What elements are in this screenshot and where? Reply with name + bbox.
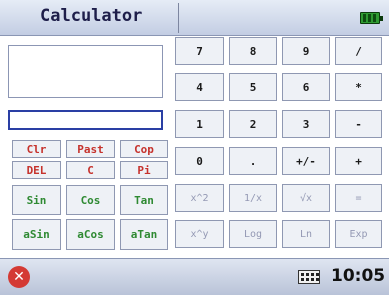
0-button[interactable]: 0 — [175, 147, 224, 175]
decimal-button[interactable]: . — [229, 147, 277, 175]
pi-button[interactable]: Pi — [120, 161, 168, 179]
sqrt-button[interactable]: √x — [282, 184, 330, 212]
clock-time: 10:05 — [331, 266, 386, 286]
clr-button[interactable]: Clr — [12, 140, 61, 158]
reciprocal-button[interactable]: 1/x — [229, 184, 277, 212]
keyboard-icon[interactable] — [298, 270, 320, 284]
exp-button[interactable]: Exp — [335, 220, 382, 248]
square-button[interactable]: x^2 — [175, 184, 224, 212]
asin-button[interactable]: aSin — [12, 219, 61, 250]
cos-button[interactable]: Cos — [66, 185, 115, 215]
taskbar: ✕ 10:05 — [0, 258, 389, 295]
calculator-body: Clr Past Cop DEL C Pi Sin Cos Tan aSin aCos aTan 78… — [0, 36, 389, 258]
equals-button[interactable]: = — [335, 184, 382, 212]
atan-button[interactable]: aTan — [120, 219, 168, 250]
cop-button[interactable]: Cop — [120, 140, 168, 158]
title-separator — [178, 3, 179, 33]
power-button[interactable]: x^y — [175, 220, 224, 248]
ln-button[interactable]: Ln — [282, 220, 330, 248]
title-bar: Calculator — [0, 0, 389, 36]
1-button[interactable]: 1 — [175, 110, 224, 138]
result-display — [8, 45, 163, 98]
del-button[interactable]: DEL — [12, 161, 61, 179]
3-button[interactable]: 3 — [282, 110, 330, 138]
7-button[interactable]: 7 — [175, 37, 224, 65]
close-icon[interactable]: ✕ — [8, 266, 30, 288]
5-button[interactable]: 5 — [229, 73, 277, 101]
plus-button[interactable]: + — [335, 147, 382, 175]
app-title: Calculator — [40, 6, 143, 26]
expression-input[interactable] — [8, 110, 163, 130]
divide-button[interactable]: / — [335, 37, 382, 65]
9-button[interactable]: 9 — [282, 37, 330, 65]
log-button[interactable]: Log — [229, 220, 277, 248]
negate-button[interactable]: +/- — [282, 147, 330, 175]
sin-button[interactable]: Sin — [12, 185, 61, 215]
tan-button[interactable]: Tan — [120, 185, 168, 215]
4-button[interactable]: 4 — [175, 73, 224, 101]
past-button[interactable]: Past — [66, 140, 115, 158]
multiply-button[interactable]: * — [335, 73, 382, 101]
battery-icon — [360, 12, 383, 24]
c-button[interactable]: C — [66, 161, 115, 179]
acos-button[interactable]: aCos — [66, 219, 115, 250]
8-button[interactable]: 8 — [229, 37, 277, 65]
6-button[interactable]: 6 — [282, 73, 330, 101]
minus-button[interactable]: - — [335, 110, 382, 138]
2-button[interactable]: 2 — [229, 110, 277, 138]
